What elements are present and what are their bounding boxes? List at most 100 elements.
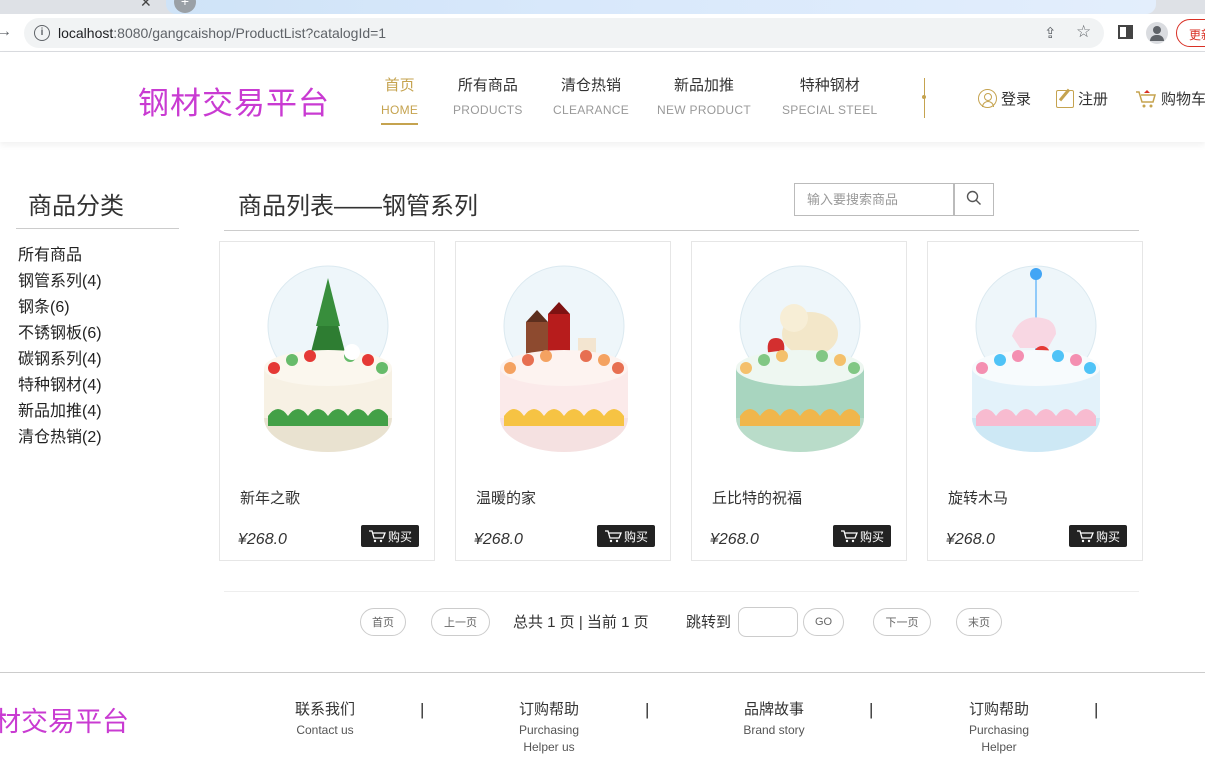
nav-special-steel-sublabel: SPECIAL STEEL <box>782 103 878 117</box>
tab-close-icon[interactable]: ✕ <box>140 0 152 11</box>
browser-update-button[interactable]: 更新 <box>1176 19 1205 47</box>
go-button[interactable]: GO <box>803 608 844 636</box>
cart-link[interactable]: 购物车 <box>1135 88 1205 109</box>
category-item[interactable]: 特种钢材(4) <box>18 373 102 399</box>
site-info-icon[interactable]: i <box>34 25 50 41</box>
register-link[interactable]: 注册 <box>1056 88 1108 109</box>
category-item[interactable]: 新品加推(4) <box>18 399 102 425</box>
nav-new-product-sublabel: NEW PRODUCT <box>657 103 751 117</box>
category-item[interactable]: 清仓热销(2) <box>18 425 102 451</box>
category-item[interactable]: 钢条(6) <box>18 295 102 321</box>
search-icon <box>966 190 981 205</box>
product-list-divider <box>224 230 1139 231</box>
active-tab[interactable] <box>166 0 1156 14</box>
nav-divider <box>922 78 926 118</box>
footer-separator: | <box>645 700 650 719</box>
nav-products[interactable]: 所有商品 PRODUCTS <box>453 74 523 117</box>
nav-home-label: 首页 <box>384 77 415 94</box>
category-item[interactable]: 不锈钢板(6) <box>18 321 102 347</box>
buy-label: 购买 <box>623 529 648 544</box>
product-price: ¥268.0 <box>710 531 759 548</box>
product-card[interactable]: 温暖的家 ¥268.0 购买 <box>455 241 671 561</box>
side-panel-icon[interactable] <box>1118 25 1133 39</box>
product-card[interactable]: 旋转木马 ¥268.0 购买 <box>927 241 1143 561</box>
site-header: 钢材交易平台 首页 HOME 所有商品 PRODUCTS 清仓热销 CLEARA… <box>0 52 1205 142</box>
footer-separator: | <box>1094 700 1099 719</box>
search-input[interactable] <box>794 183 954 216</box>
search-button[interactable] <box>954 183 994 216</box>
footer-divider <box>0 672 1205 673</box>
footer-item-subtitle: Purchasing <box>968 723 1030 737</box>
footer-item-title: 订购帮助 <box>968 701 1029 718</box>
footer-item-subtitle: Purchasing <box>518 723 580 737</box>
footer-item-title: 联系我们 <box>294 701 355 718</box>
share-icon[interactable]: ⇪ <box>1044 24 1057 42</box>
footer-separator: | <box>420 700 425 719</box>
site-logo[interactable]: 钢材交易平台 <box>138 78 330 123</box>
category-title: 商品分类 <box>28 193 124 220</box>
product-price: ¥268.0 <box>474 531 523 548</box>
address-bar[interactable]: i localhost:8080/gangcaishop/ProductList… <box>24 18 1104 48</box>
buy-button[interactable]: 购买 <box>361 525 419 547</box>
footer-item-subtitle-2: Helper us <box>523 740 575 754</box>
cart-icon <box>368 530 386 543</box>
last-page-button[interactable]: 末页 <box>956 608 1002 636</box>
jump-page-input[interactable] <box>738 607 798 637</box>
footer-item-title: 品牌故事 <box>743 701 804 718</box>
footer-purchasing-helper[interactable]: 订购帮助 Purchasing Helper <box>934 698 1064 756</box>
product-image[interactable] <box>488 256 640 456</box>
product-name[interactable]: 温暖的家 <box>476 487 536 508</box>
nav-clearance-label: 清仓热销 <box>561 77 622 94</box>
footer-purchasing-help[interactable]: 订购帮助 Purchasing Helper us <box>484 698 614 756</box>
category-item[interactable]: 碳钢系列(4) <box>18 347 102 373</box>
next-page-button[interactable]: 下一页 <box>873 608 931 636</box>
browser-tab-strip: ✕ + <box>0 0 1205 14</box>
product-image[interactable] <box>252 256 404 456</box>
product-name[interactable]: 丘比特的祝福 <box>712 487 802 508</box>
nav-clearance[interactable]: 清仓热销 CLEARANCE <box>553 74 629 117</box>
nav-new-product-label: 新品加推 <box>673 77 734 94</box>
nav-special-steel[interactable]: 特种钢材 SPECIAL STEEL <box>782 74 878 117</box>
product-price: ¥268.0 <box>946 531 995 548</box>
category-item[interactable]: 钢管系列(4) <box>18 269 102 295</box>
footer-logo: 钢材交易平台 <box>0 707 129 737</box>
url-path: :8080/gangcaishop/ProductList?catalogId=… <box>113 25 387 41</box>
category-list: 所有商品 钢管系列(4) 钢条(6) 不锈钢板(6) 碳钢系列(4) 特种钢材(… <box>18 243 102 451</box>
page-summary: 总共 1 页 | 当前 1 页 <box>513 614 649 631</box>
product-card[interactable]: 新年之歌 ¥268.0 购买 <box>219 241 435 561</box>
login-link[interactable]: 登录 <box>978 88 1031 109</box>
prev-page-button[interactable]: 上一页 <box>431 608 490 636</box>
browser-toolbar: → i localhost:8080/gangcaishop/ProductLi… <box>0 14 1205 52</box>
buy-button[interactable]: 购买 <box>1069 525 1127 547</box>
nav-home[interactable]: 首页 HOME <box>381 74 419 125</box>
nav-new-product[interactable]: 新品加推 NEW PRODUCT <box>657 74 751 117</box>
cart-icon <box>1076 530 1094 543</box>
profile-avatar-icon[interactable] <box>1146 22 1168 44</box>
back-arrow-icon[interactable]: → <box>0 23 12 41</box>
category-item[interactable]: 所有商品 <box>18 243 102 269</box>
first-page-button[interactable]: 首页 <box>360 608 406 636</box>
product-image[interactable] <box>724 256 876 456</box>
bookmark-star-icon[interactable]: ☆ <box>1076 22 1091 42</box>
buy-button[interactable]: 购买 <box>833 525 891 547</box>
url-text[interactable]: localhost:8080/gangcaishop/ProductList?c… <box>58 25 386 41</box>
buy-label: 购买 <box>859 529 884 544</box>
footer-contact-us[interactable]: 联系我们 Contact us <box>260 698 390 739</box>
product-name[interactable]: 新年之歌 <box>240 487 300 508</box>
buy-label: 购买 <box>387 529 412 544</box>
cart-icon <box>604 530 622 543</box>
buy-button[interactable]: 购买 <box>597 525 655 547</box>
product-card[interactable]: 丘比特的祝福 ¥268.0 购买 <box>691 241 907 561</box>
footer-item-subtitle: Brand story <box>743 723 805 737</box>
user-icon <box>978 89 997 108</box>
nav-products-label: 所有商品 <box>457 77 518 94</box>
product-image[interactable] <box>960 256 1112 456</box>
nav-clearance-sublabel: CLEARANCE <box>553 103 630 117</box>
nav-special-steel-label: 特种钢材 <box>799 77 860 94</box>
footer-item-subtitle-2: Helper <box>981 740 1017 754</box>
footer-brand-story[interactable]: 品牌故事 Brand story <box>709 698 839 739</box>
footer-item-subtitle: Contact us <box>296 723 354 737</box>
jump-label: 跳转到 <box>686 614 732 631</box>
nav-products-sublabel: PRODUCTS <box>453 103 523 117</box>
product-name[interactable]: 旋转木马 <box>948 487 1008 508</box>
